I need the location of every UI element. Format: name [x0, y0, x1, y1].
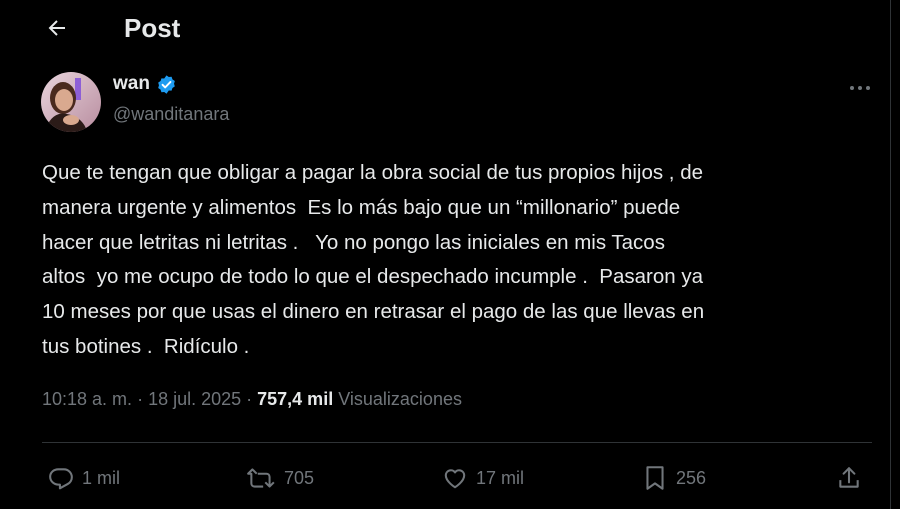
page-title: Post	[124, 13, 181, 43]
author-name-row: wan	[113, 73, 177, 95]
post-time[interactable]: 10:18 a. m.	[42, 389, 132, 410]
reply-icon	[49, 468, 73, 490]
divider	[42, 442, 872, 443]
meta-separator: ·	[132, 389, 149, 409]
author-handle[interactable]: @wanditanara	[113, 104, 229, 125]
more-icon	[850, 86, 870, 90]
author-name[interactable]: wan	[113, 73, 150, 95]
more-options-button[interactable]	[845, 78, 875, 98]
share-button[interactable]	[836, 458, 862, 498]
post-date[interactable]: 18 jul. 2025	[148, 389, 241, 410]
avatar[interactable]	[41, 72, 101, 132]
like-button[interactable]: 17 mil	[442, 458, 524, 498]
heart-icon	[444, 469, 466, 489]
verified-badge-icon	[158, 74, 175, 94]
bookmark-button[interactable]: 256	[642, 458, 706, 498]
post-text: Que te tengan que obligar a pagar la obr…	[42, 161, 705, 358]
meta-separator: ·	[241, 389, 258, 409]
like-count: 17 mil	[476, 467, 525, 488]
post-meta: 10:18 a. m. · 18 jul. 2025 · 757,4 mil V…	[42, 389, 462, 410]
back-button[interactable]	[42, 13, 72, 43]
bookmark-count: 256	[676, 467, 707, 488]
repost-icon	[247, 468, 275, 488]
share-icon	[839, 467, 859, 488]
bookmark-icon	[646, 466, 664, 490]
reply-button[interactable]: 1 mil	[48, 458, 120, 498]
post-view: Post wan @wanditanara Que te tengan que …	[0, 0, 891, 509]
reply-count: 1 mil	[82, 467, 121, 488]
views-label: Visualizaciones	[338, 389, 462, 409]
repost-button[interactable]: 705	[246, 458, 314, 498]
repost-count: 705	[284, 467, 315, 488]
arrow-left-icon	[48, 20, 65, 36]
post-header: Post	[0, 0, 890, 58]
action-bar: 1 mil 705 17 mil 256	[42, 458, 872, 498]
views-count: 757,4 mil	[257, 389, 334, 409]
